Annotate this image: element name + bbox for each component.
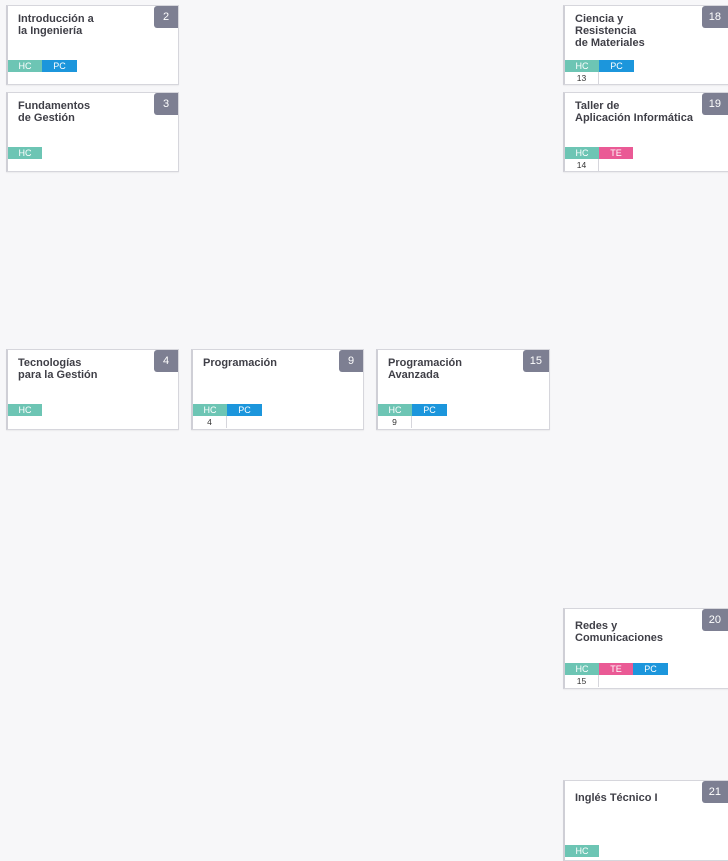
course-number-badge: 15 bbox=[522, 350, 549, 372]
prerequisite-number: 13 bbox=[565, 72, 599, 84]
course-title: Introducción a la Ingeniería bbox=[18, 13, 94, 37]
tag-te: TE bbox=[599, 147, 633, 159]
course-card-21[interactable]: Inglés Técnico I 21 HC bbox=[563, 780, 728, 861]
tag-hc: HC bbox=[8, 60, 42, 72]
prerequisite-number: 4 bbox=[193, 416, 227, 428]
course-number-badge: 21 bbox=[701, 781, 728, 803]
course-title: Programación bbox=[203, 357, 277, 369]
course-card-9[interactable]: Programación 9 HC PC 4 bbox=[191, 349, 364, 430]
course-number-badge: 20 bbox=[701, 609, 728, 631]
course-title: Redes y Comunicaciones bbox=[575, 620, 664, 644]
course-number-badge: 18 bbox=[701, 6, 728, 28]
tag-hc: HC bbox=[8, 147, 42, 159]
course-number-badge: 3 bbox=[154, 93, 178, 115]
course-card-20[interactable]: Redes y Comunicaciones 20 HC TE PC 15 bbox=[563, 608, 728, 689]
course-number-badge: 19 bbox=[701, 93, 728, 115]
tag-hc: HC bbox=[565, 663, 599, 675]
prerequisite-number: 15 bbox=[565, 675, 599, 687]
course-number-badge: 9 bbox=[339, 350, 363, 372]
course-card-4[interactable]: Tecnologías para la Gestión 4 HC bbox=[6, 349, 179, 430]
tag-pc: PC bbox=[412, 404, 447, 416]
course-title: Tecnologías para la Gestión bbox=[18, 357, 98, 381]
course-card-18[interactable]: Ciencia y Resistencia de Materiales 18 H… bbox=[563, 5, 728, 85]
course-title: Taller de Aplicación Informática bbox=[575, 100, 693, 124]
tag-hc: HC bbox=[565, 60, 599, 72]
course-card-19[interactable]: Taller de Aplicación Informática 19 HC T… bbox=[563, 92, 728, 172]
course-card-2[interactable]: Introducción a la Ingeniería 2 HC PC bbox=[6, 5, 179, 85]
tag-hc: HC bbox=[565, 147, 599, 159]
prerequisite-number: 14 bbox=[565, 159, 599, 171]
prerequisite-number: 9 bbox=[378, 416, 412, 428]
course-title: Ciencia y Resistencia de Materiales bbox=[575, 13, 645, 49]
course-title: Programación Avanzada bbox=[388, 357, 462, 381]
course-number-badge: 2 bbox=[154, 6, 178, 28]
tag-pc: PC bbox=[227, 404, 262, 416]
tag-pc: PC bbox=[633, 663, 668, 675]
tag-pc: PC bbox=[42, 60, 77, 72]
tag-hc: HC bbox=[8, 404, 42, 416]
course-title: Inglés Técnico I bbox=[575, 792, 658, 804]
tag-hc: HC bbox=[193, 404, 227, 416]
course-card-15[interactable]: Programación Avanzada 15 HC PC 9 bbox=[376, 349, 550, 430]
course-title: Fundamentos de Gestión bbox=[18, 100, 91, 124]
tag-hc: HC bbox=[565, 845, 599, 857]
tag-te: TE bbox=[599, 663, 633, 675]
tag-hc: HC bbox=[378, 404, 412, 416]
course-number-badge: 4 bbox=[154, 350, 178, 372]
course-card-3[interactable]: Fundamentos de Gestión 3 HC bbox=[6, 92, 179, 172]
tag-pc: PC bbox=[599, 60, 634, 72]
